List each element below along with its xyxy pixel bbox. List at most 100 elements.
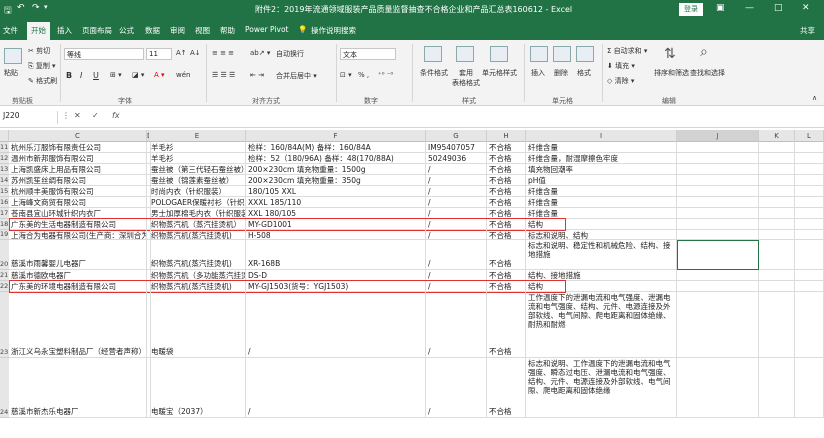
cell-company[interactable]: 上海合为电器有限公司(生产商：深圳合为家电有限公司) xyxy=(9,230,147,240)
cell-spec[interactable]: 180/105 XXL xyxy=(246,186,426,197)
cell-batch[interactable]: / xyxy=(426,292,487,358)
tab-formulas[interactable]: 公式 xyxy=(119,25,134,36)
cell-l[interactable] xyxy=(795,197,824,208)
percent-comma-buttons[interactable]: % , xyxy=(358,71,369,79)
cell-product[interactable]: 织物蒸汽机(蒸汽挂烫机) xyxy=(149,230,246,240)
cell-batch[interactable]: / xyxy=(426,358,487,418)
cell-batch[interactable]: 50249036 xyxy=(426,153,487,164)
column-header-g[interactable]: G xyxy=(426,130,487,142)
column-header-c[interactable]: C xyxy=(9,130,147,142)
format-as-table-button[interactable]: 套用 表格格式 xyxy=(452,68,480,88)
cell-spec[interactable]: 200×230cm 填充物重量：350g xyxy=(246,175,426,186)
cell-company[interactable]: 广东美的生活电器制造有限公司 xyxy=(9,219,147,230)
cell-styles-icon[interactable] xyxy=(490,46,508,62)
cell-j[interactable] xyxy=(677,358,759,418)
cell-spec[interactable]: MY-GD1001 xyxy=(246,219,426,230)
cell-company[interactable]: 广东美的环境电器制造有限公司 xyxy=(9,281,147,292)
cell-failed-items[interactable]: 工作温度下的泄漏电流和电气强度、泄漏电流和电气强度、结构、元件、电源连接及外部软… xyxy=(526,292,677,358)
sort-filter-button[interactable]: 排序和筛选 xyxy=(654,68,689,78)
cell-company[interactable]: 苏州凯笙丝绸有限公司 xyxy=(9,175,147,186)
wrap-text-button[interactable]: 自动换行 xyxy=(276,49,304,59)
cell-j[interactable] xyxy=(677,219,759,230)
cell-styles-button[interactable]: 单元格样式 xyxy=(482,68,517,78)
cell-product[interactable]: POLOGAER保暖衬衫（针织服装） xyxy=(149,197,246,208)
tab-review[interactable]: 审阅 xyxy=(170,25,185,36)
cell-company[interactable]: 杭州顺丰美服饰有限公司 xyxy=(9,186,147,197)
cell-company[interactable]: 温州市新邦服饰有限公司 xyxy=(9,153,147,164)
login-button[interactable]: 登录 xyxy=(679,3,703,16)
insert-cells-icon[interactable] xyxy=(530,46,548,62)
cell-company[interactable]: 苍南县宜山环城针织内衣厂 xyxy=(9,208,147,219)
cell-product[interactable]: 织物蒸汽机(蒸汽挂烫机) xyxy=(149,240,246,270)
cell-failed-items[interactable]: 结构 xyxy=(526,281,677,292)
cell-product[interactable]: 电暖袋 xyxy=(149,292,246,358)
cell-k[interactable] xyxy=(759,175,795,186)
cell-spec[interactable]: / xyxy=(246,292,426,358)
decimal-icon[interactable]: ⁺⁰ ⁻⁰ xyxy=(378,71,393,79)
cell-j[interactable] xyxy=(677,186,759,197)
merge-center-button[interactable]: 合并后居中 ▾ xyxy=(276,71,317,81)
cell-k[interactable] xyxy=(759,292,795,358)
fill-button[interactable]: ⬇ 填充 ▾ xyxy=(607,61,635,71)
cell-spec[interactable]: MY-GJ1503(货号：YGJ1503) xyxy=(246,281,426,292)
cell-j[interactable] xyxy=(677,292,759,358)
cell-batch[interactable]: IM95407057 xyxy=(426,142,487,153)
tell-me-search[interactable]: 操作说明搜索 xyxy=(311,25,356,36)
cell-result[interactable]: 不合格 xyxy=(487,164,526,175)
number-format-combo[interactable]: 文本 xyxy=(340,48,396,60)
cell-k[interactable] xyxy=(759,197,795,208)
cell-l[interactable] xyxy=(795,208,824,219)
tab-view[interactable]: 视图 xyxy=(195,25,210,36)
cell-failed-items[interactable]: 结构 xyxy=(526,219,677,230)
cell-spec[interactable]: DS-D xyxy=(246,270,426,281)
cell-batch[interactable]: / xyxy=(426,175,487,186)
cell-product[interactable]: 羊毛衫 xyxy=(149,142,246,153)
row-header[interactable]: 23 xyxy=(0,292,9,358)
cell-l[interactable] xyxy=(795,219,824,230)
cell-spec[interactable]: 200×230cm 填充物重量：1500g xyxy=(246,164,426,175)
cell-l[interactable] xyxy=(795,175,824,186)
cell-company[interactable]: 杭州乐汀服饰有限责任公司 xyxy=(9,142,147,153)
column-header-j[interactable]: J xyxy=(677,130,759,142)
row-header[interactable]: 11 xyxy=(0,142,9,153)
collapse-ribbon-icon[interactable]: ∧ xyxy=(812,94,817,102)
cell-l[interactable] xyxy=(795,164,824,175)
cell-batch[interactable]: / xyxy=(426,219,487,230)
format-as-table-icon[interactable] xyxy=(456,46,474,62)
align-left-icon[interactable]: ☰ ☰ ☰ xyxy=(212,71,235,79)
cell-result[interactable]: 不合格 xyxy=(487,208,526,219)
insert-cells-button[interactable]: 插入 xyxy=(531,68,545,78)
column-header-i[interactable]: I xyxy=(526,130,677,142)
cell-product[interactable]: 蚕丝被（锦莲素蚕丝被） xyxy=(149,175,246,186)
row-header[interactable]: 16 xyxy=(0,197,9,208)
find-select-button[interactable]: 查找和选择 xyxy=(690,68,725,78)
conditional-format-icon[interactable] xyxy=(424,46,442,62)
tab-help[interactable]: 帮助 xyxy=(220,25,235,36)
cell-l[interactable] xyxy=(795,230,824,240)
cell-product[interactable]: 织物蒸汽机（蒸汽挂烫机） xyxy=(149,219,246,230)
cell-result[interactable]: 不合格 xyxy=(487,219,526,230)
cell-failed-items[interactable]: 纤维含量 xyxy=(526,197,677,208)
undo-icon[interactable]: ↶ xyxy=(17,3,25,13)
cell-company[interactable]: 上海凯盛床上用品有限公司 xyxy=(9,164,147,175)
cell-failed-items[interactable]: 纤维含量 xyxy=(526,208,677,219)
cell-result[interactable]: 不合格 xyxy=(487,186,526,197)
underline-button[interactable]: U xyxy=(93,71,99,80)
cell-spec[interactable]: / xyxy=(246,358,426,418)
row-header[interactable]: 17 xyxy=(0,208,9,219)
indent-icon[interactable]: ⇤ ⇥ xyxy=(250,71,264,79)
conditional-format-button[interactable]: 条件格式 xyxy=(420,68,448,78)
cell-result[interactable]: 不合格 xyxy=(487,153,526,164)
share-button[interactable]: 共享 xyxy=(800,25,815,36)
cell-failed-items[interactable]: 纤维含量，耐湿摩擦色牢度 xyxy=(526,153,677,164)
cell-k[interactable] xyxy=(759,230,795,240)
cell-product[interactable]: 男士加厚棉毛内衣（针织服装） xyxy=(149,208,246,219)
cell-failed-items[interactable]: 结构、接地措施 xyxy=(526,270,677,281)
cell-k[interactable] xyxy=(759,270,795,281)
cell-result[interactable]: 不合格 xyxy=(487,197,526,208)
cell-l[interactable] xyxy=(795,186,824,197)
cell-batch[interactable]: / xyxy=(426,281,487,292)
cell-spec[interactable]: XXL 180/105 xyxy=(246,208,426,219)
cell-result[interactable]: 不合格 xyxy=(487,142,526,153)
row-header[interactable]: 19 xyxy=(0,230,9,240)
